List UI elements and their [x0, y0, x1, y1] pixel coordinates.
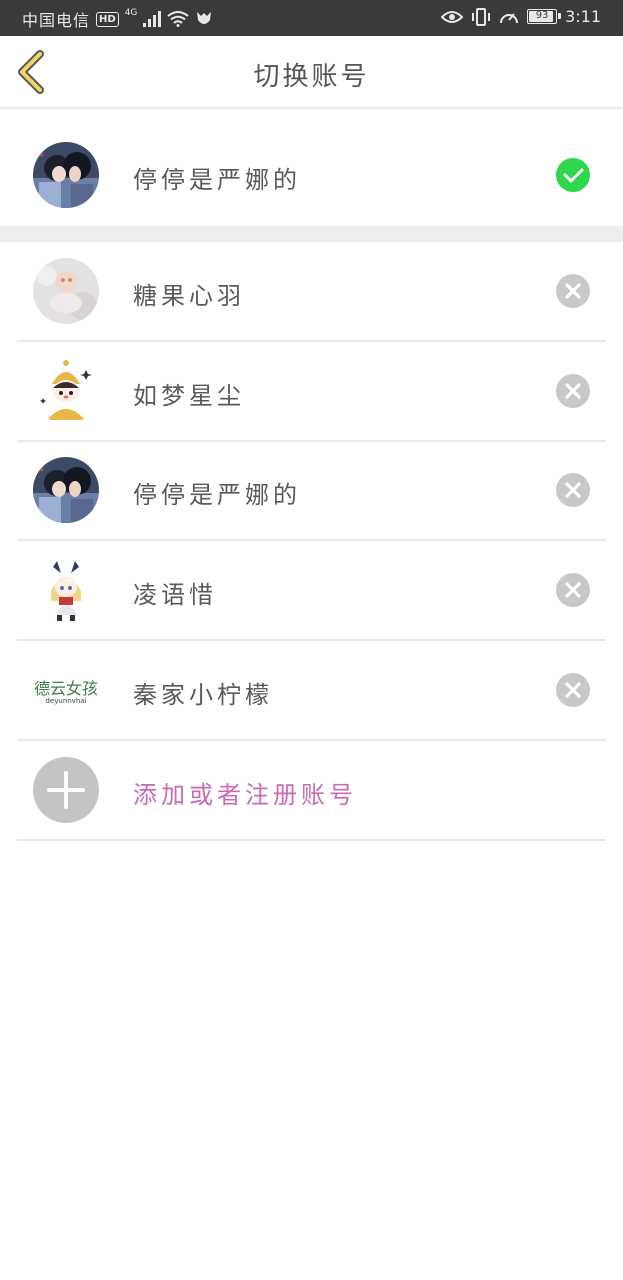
close-icon — [565, 582, 581, 598]
status-left: 中国电信 HD 4G — [22, 7, 213, 31]
clock: 3:11 — [565, 7, 601, 26]
remove-account-button[interactable] — [556, 274, 590, 308]
account-row[interactable]: 凌语惜 — [0, 541, 623, 641]
close-icon — [565, 283, 581, 299]
account-name: 秦家小柠檬 — [133, 681, 273, 709]
page-title: 切换账号 — [253, 62, 370, 92]
current-account-row[interactable]: 停停是严娜的 — [0, 111, 623, 226]
remove-account-button[interactable] — [556, 374, 590, 408]
network-type: 4G — [124, 8, 138, 18]
eye-comfort-icon — [441, 10, 464, 23]
section-divider — [0, 226, 623, 242]
row-separator — [17, 839, 606, 841]
remove-account-button[interactable] — [556, 473, 590, 507]
account-name: 如梦星尘 — [133, 382, 245, 410]
plus-icon — [47, 771, 85, 809]
vibrate-icon — [472, 7, 491, 26]
speed-icon — [500, 12, 519, 23]
close-icon — [565, 482, 581, 498]
remove-account-button[interactable] — [556, 673, 590, 707]
cartoon-girl-avatar — [33, 358, 99, 424]
close-icon — [565, 383, 581, 399]
account-row[interactable]: 停停是严娜的 — [0, 441, 623, 541]
chibi-girl-avatar — [33, 557, 99, 623]
account-name: 糖果心羽 — [133, 282, 245, 310]
avatar-logo-subtext: deyunnvhai — [45, 697, 87, 705]
active-account-indicator — [556, 158, 590, 192]
account-row[interactable]: 德云女孩 deyunnvhai 秦家小柠檬 — [0, 641, 623, 741]
account-row[interactable]: 如梦星尘 — [0, 342, 623, 442]
remove-account-button[interactable] — [556, 573, 590, 607]
battery-level: 93 — [535, 10, 549, 21]
avatar-logo-text: 德云女孩 — [33, 679, 98, 698]
wifi-icon — [167, 11, 190, 27]
plush-toy-avatar — [33, 258, 99, 324]
carrier-label: 中国电信 — [22, 11, 91, 30]
anime-couple-avatar — [33, 457, 99, 523]
battery-indicator: 93 — [527, 9, 562, 24]
check-icon — [563, 168, 584, 183]
text-logo-avatar: 德云女孩 deyunnvhai — [33, 657, 99, 723]
add-account-button[interactable] — [33, 757, 99, 823]
add-account-label[interactable]: 添加或者注册账号 — [133, 775, 357, 810]
top-nav-bar: 切换账号 — [0, 36, 623, 109]
account-name: 凌语惜 — [133, 581, 217, 609]
account-name: 停停是严娜的 — [133, 481, 301, 509]
current-account-name: 停停是严娜的 — [133, 166, 301, 194]
status-right: 93 3:11 — [441, 7, 601, 26]
status-bar: 中国电信 HD 4G 93 3:11 — [0, 0, 623, 36]
add-account-row[interactable]: 添加或者注册账号 — [0, 741, 623, 841]
signal-icon — [143, 11, 162, 27]
hd-badge: HD — [96, 11, 119, 27]
account-row[interactable]: 糖果心羽 — [0, 242, 623, 342]
close-icon — [565, 682, 581, 698]
anime-couple-avatar — [33, 142, 99, 208]
app-notification-icon — [197, 12, 212, 24]
